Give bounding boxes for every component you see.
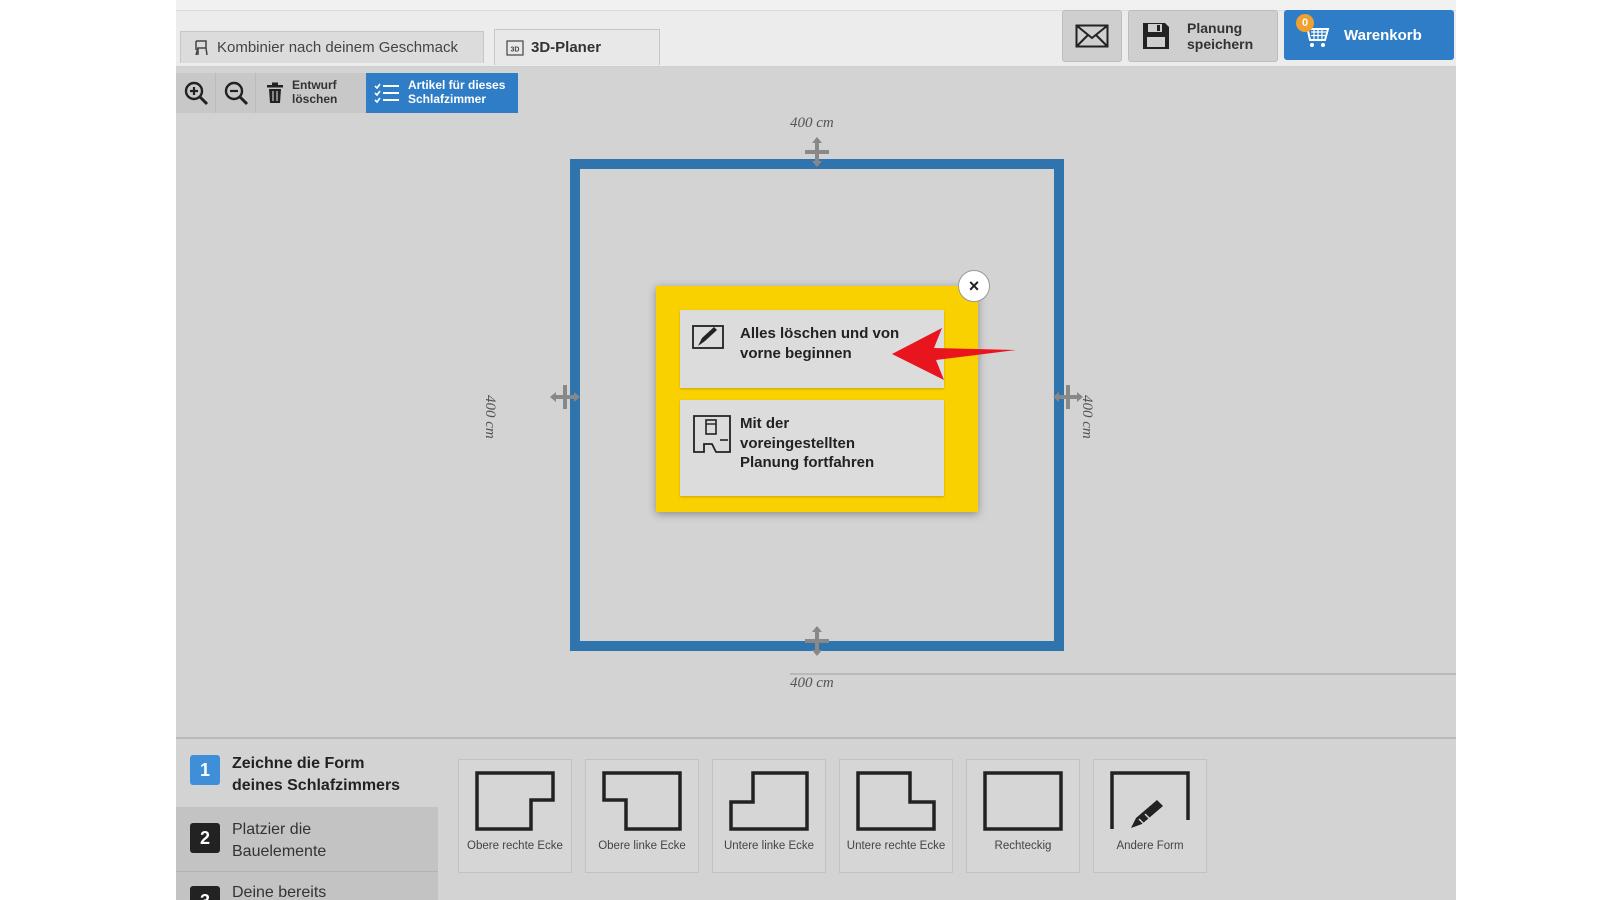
articles-label-line2: Schlafzimmer bbox=[408, 92, 487, 106]
save-label-line2: speichern bbox=[1187, 36, 1254, 52]
shape-bottom-right-corner[interactable]: Untere rechte Ecke bbox=[839, 759, 953, 873]
delete-draft-label: Entwurf löschen bbox=[292, 78, 338, 107]
wall-handle-bottom[interactable] bbox=[802, 626, 832, 656]
steps-panel: 1 Zeichne die Form deines Schlafzimmers … bbox=[176, 737, 1456, 900]
step-2-line1: Platzier die bbox=[232, 821, 312, 838]
tab-3d-planer[interactable]: 3D 3D-Planer bbox=[494, 29, 660, 65]
step-1-line2: deines Schlafzimmers bbox=[232, 776, 401, 794]
cart-icon: 0 bbox=[1296, 14, 1330, 50]
step-2-line2: Bauelemente bbox=[232, 842, 327, 860]
delete-draft-button[interactable]: Entwurf löschen bbox=[256, 73, 366, 113]
tab-3d-planer-label: 3D-Planer bbox=[531, 39, 602, 56]
option2-line1: Mit der bbox=[740, 415, 790, 432]
draw-plan-icon bbox=[692, 325, 724, 349]
articles-label-line1: Artikel für dieses bbox=[408, 78, 506, 93]
shape-bottom-left-corner-icon bbox=[729, 771, 809, 831]
wall-handle-top[interactable] bbox=[802, 137, 832, 167]
shape-rectangle[interactable]: Rechteckig bbox=[966, 759, 1080, 873]
envelope-icon bbox=[1075, 24, 1109, 48]
dimension-left: 400 cm bbox=[482, 395, 498, 439]
option2-line3: Planung fortfahren bbox=[740, 454, 875, 471]
shape-top-right-corner-icon bbox=[475, 771, 555, 831]
step-3-line1: Deine bereits bbox=[232, 884, 327, 900]
step-1[interactable]: 1 Zeichne die Form deines Schlafzimmers bbox=[176, 753, 438, 813]
zoom-out-button[interactable] bbox=[216, 73, 256, 113]
shape-label: Untere linke Ecke bbox=[723, 840, 815, 852]
shape-top-right-corner[interactable]: Obere rechte Ecke bbox=[458, 759, 572, 873]
option1-line1: Alles löschen und von bbox=[740, 325, 900, 342]
option1-line2: vorne beginnen bbox=[740, 344, 852, 362]
pencil-icon bbox=[1110, 771, 1190, 829]
3d-icon: 3D bbox=[505, 38, 525, 58]
save-label-line1: Planung bbox=[1187, 20, 1243, 36]
mail-button[interactable] bbox=[1062, 10, 1122, 62]
shape-label: Untere rechte Ecke bbox=[846, 840, 946, 852]
step-2[interactable]: 2 Platzier die Bauelemente bbox=[176, 807, 438, 871]
shape-rectangle-icon bbox=[983, 771, 1063, 831]
shape-label: Obere linke Ecke bbox=[598, 840, 686, 852]
articles-label: Artikel für dieses Schlafzimmer bbox=[408, 78, 506, 107]
save-label: Planung speichern bbox=[1187, 20, 1253, 52]
option2-line2: voreingestellten bbox=[740, 434, 856, 452]
continue-preset-option[interactable]: Mit der voreingestellten Planung fortfah… bbox=[680, 400, 944, 496]
step-1-line1: Zeichne die Form bbox=[232, 755, 365, 772]
trash-icon bbox=[267, 82, 283, 103]
tab-kombinier-label: Kombinier nach deinem Geschmack bbox=[217, 39, 458, 56]
red-arrow-pointer bbox=[892, 328, 1016, 380]
floppy-disk-icon bbox=[1143, 23, 1169, 49]
cart-button[interactable]: 0 Warenkorb bbox=[1284, 10, 1454, 60]
delete-label-line1: Entwurf bbox=[292, 78, 337, 93]
tab-kombinier[interactable]: Kombinier nach deinem Geschmack bbox=[180, 31, 484, 63]
shape-top-left-corner-icon bbox=[602, 771, 682, 831]
zoom-in-icon bbox=[184, 81, 208, 106]
shape-other[interactable]: Andere Form bbox=[1093, 759, 1207, 873]
shape-label: Obere rechte Ecke bbox=[467, 840, 563, 852]
step-3-number: 3 bbox=[190, 886, 220, 900]
delete-label-line2: löschen bbox=[292, 92, 338, 106]
step-2-number: 2 bbox=[190, 823, 220, 853]
room-canvas[interactable]: 400 cm 400 cm 400 cm 400 cm Alles lösche… bbox=[176, 113, 1456, 838]
articles-for-bedroom-button[interactable]: Artikel für dieses Schlafzimmer bbox=[366, 73, 518, 113]
cart-count-badge: 0 bbox=[1296, 14, 1314, 32]
wall-handle-right[interactable] bbox=[1053, 382, 1083, 412]
shape-label: Rechteckig bbox=[994, 840, 1052, 852]
planner-app: Kombinier nach deinem Geschmack 3D 3D-Pl… bbox=[176, 0, 1456, 900]
3d-icon-text: 3D bbox=[511, 46, 520, 53]
shape-label: Andere Form bbox=[1116, 840, 1184, 852]
zoom-out-icon bbox=[224, 81, 248, 106]
step-3[interactable]: 3 Deine bereits bbox=[176, 871, 438, 900]
floor-plan-icon bbox=[693, 415, 731, 453]
step-1-number: 1 bbox=[190, 755, 220, 785]
shape-bottom-left-corner[interactable]: Untere linke Ecke bbox=[712, 759, 826, 873]
canvas-toolbar: Entwurf löschen Artikel für dieses Schla… bbox=[176, 73, 518, 113]
chair-icon bbox=[191, 38, 211, 58]
top-bar: Kombinier nach deinem Geschmack 3D 3D-Pl… bbox=[176, 0, 1456, 67]
dimension-top: 400 cm bbox=[790, 115, 834, 131]
shape-bottom-right-corner-icon bbox=[856, 771, 936, 831]
save-planning-button[interactable]: Planung speichern bbox=[1128, 10, 1278, 62]
start-choice-dialog: Alles löschen und von vorne beginnen Mit… bbox=[656, 286, 978, 512]
zoom-in-button[interactable] bbox=[176, 73, 216, 113]
cart-label: Warenkorb bbox=[1344, 26, 1422, 44]
close-dialog-button[interactable]: × bbox=[958, 270, 990, 302]
wall-handle-left[interactable] bbox=[550, 382, 580, 412]
checklist-icon bbox=[374, 83, 399, 104]
shape-top-left-corner[interactable]: Obere linke Ecke bbox=[585, 759, 699, 873]
